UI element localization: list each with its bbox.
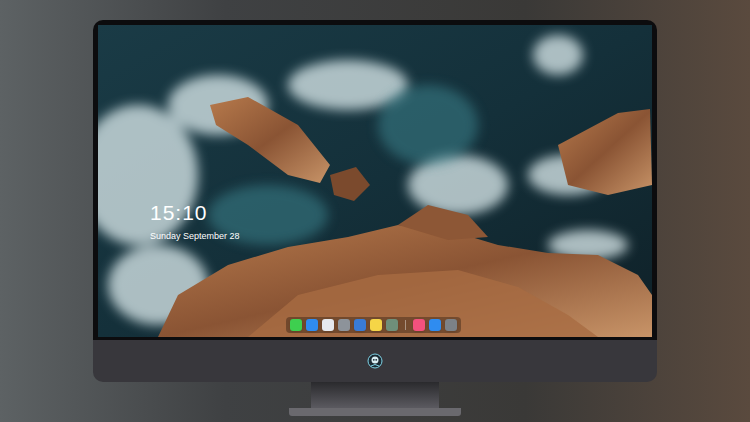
lock-clock: 15:10 Sunday September 28 [150, 201, 240, 242]
monitor: 15:10 Sunday September 28 [93, 20, 657, 382]
screen-frame: 15:10 Sunday September 28 [93, 20, 657, 340]
app-icon[interactable] [445, 319, 457, 331]
app-icon[interactable] [354, 319, 366, 331]
monitor-chin [93, 340, 657, 382]
app-icon[interactable] [290, 319, 302, 331]
logo-icon [367, 353, 383, 369]
app-icon[interactable] [338, 319, 350, 331]
monitor-base [289, 408, 461, 416]
app-icon[interactable] [306, 319, 318, 331]
app-icon[interactable] [322, 319, 334, 331]
wallpaper [98, 25, 652, 337]
clock-time: 15:10 [150, 201, 240, 225]
app-icon[interactable] [413, 319, 425, 331]
monitor-neck [311, 382, 439, 408]
app-icon[interactable] [386, 319, 398, 331]
screen: 15:10 Sunday September 28 [98, 25, 652, 337]
app-icon[interactable] [370, 319, 382, 331]
dock [286, 317, 461, 333]
clock-date: Sunday September 28 [150, 230, 240, 242]
app-icon[interactable] [429, 319, 441, 331]
dock-separator [405, 320, 406, 330]
